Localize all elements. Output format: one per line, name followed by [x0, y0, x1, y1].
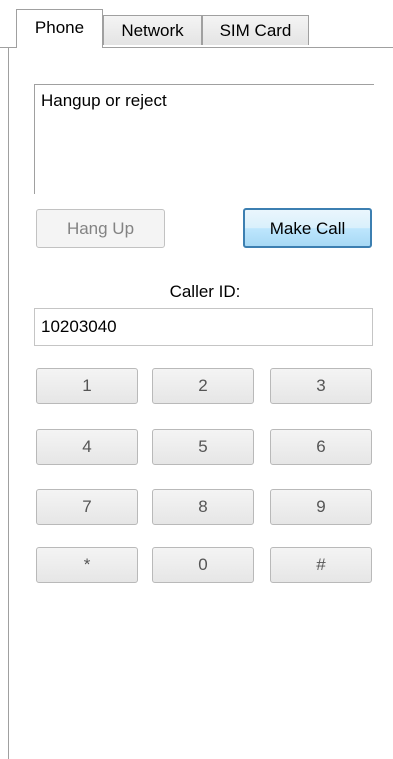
keypad-key-2[interactable]: 2	[152, 368, 254, 404]
keypad-key-3[interactable]: 3	[270, 368, 372, 404]
make-call-button[interactable]: Make Call	[243, 208, 372, 248]
tab-sim-card[interactable]: SIM Card	[202, 15, 309, 45]
keypad-key-7[interactable]: 7	[36, 489, 138, 525]
keypad-key-4[interactable]: 4	[36, 429, 138, 465]
keypad-key-5[interactable]: 5	[152, 429, 254, 465]
keypad-key-8[interactable]: 8	[152, 489, 254, 525]
phone-window: Phone Network SIM Card Hangup or reject …	[0, 0, 393, 759]
hang-up-button[interactable]: Hang Up	[36, 209, 165, 248]
tab-network[interactable]: Network	[103, 15, 202, 45]
keypad-key-1[interactable]: 1	[36, 368, 138, 404]
caller-id-label: Caller ID:	[169, 282, 241, 301]
keypad-key-6[interactable]: 6	[270, 429, 372, 465]
tab-phone[interactable]: Phone	[16, 9, 103, 48]
panel-border-left	[8, 48, 9, 759]
keypad-key-0[interactable]: 0	[152, 547, 254, 583]
tab-strip: Phone Network SIM Card	[0, 0, 393, 48]
status-box: Hangup or reject	[34, 84, 374, 194]
keypad-key-hash[interactable]: #	[270, 547, 372, 583]
caller-id-field[interactable]: 10203040	[34, 308, 373, 346]
keypad-key-star[interactable]: *	[36, 547, 138, 583]
keypad-key-9[interactable]: 9	[270, 489, 372, 525]
status-text: Hangup or reject	[41, 91, 167, 110]
